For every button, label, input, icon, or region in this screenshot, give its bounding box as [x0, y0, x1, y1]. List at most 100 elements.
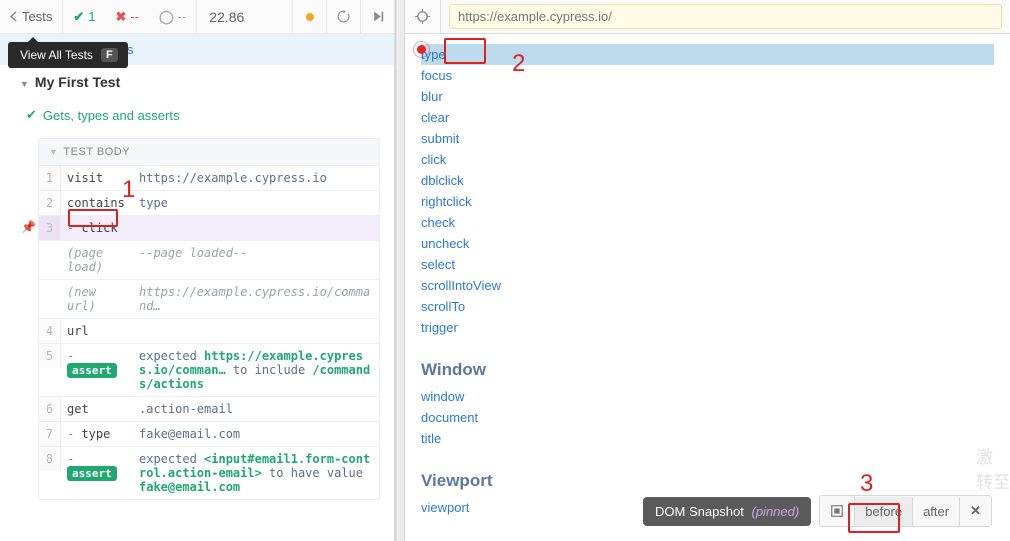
log-row-command: (new url) — [61, 280, 133, 318]
action-link[interactable]: focus — [421, 65, 994, 86]
click-target-icon — [417, 45, 426, 54]
restart-button[interactable] — [326, 0, 360, 34]
log-row-number: 3 — [39, 216, 61, 240]
log-row-command: - assert — [61, 344, 133, 382]
action-link[interactable]: blur — [421, 86, 994, 107]
log-row[interactable]: 7- typefake@email.com — [39, 421, 379, 446]
window-link[interactable]: document — [421, 407, 994, 428]
log-row[interactable]: 8- assertexpected <input#email1.form-con… — [39, 446, 379, 499]
log-row-message: expected <input#email1.form-control.acti… — [133, 447, 379, 499]
duration: 22.86 — [196, 0, 256, 34]
action-link[interactable]: dblclick — [421, 170, 994, 191]
stat-passed[interactable]: ✔1 — [63, 0, 105, 34]
snapshot-label: DOM Snapshot (pinned) — [643, 497, 811, 526]
toggle-autoscroll-button[interactable] — [292, 0, 326, 34]
type-link[interactable]: type — [421, 44, 994, 65]
circle-icon: ◯ — [159, 9, 174, 25]
test-body-header: ▼TEST BODY — [38, 138, 380, 165]
log-row-command: get — [61, 397, 133, 421]
action-link[interactable]: check — [421, 212, 994, 233]
action-link[interactable]: scrollTo — [421, 296, 994, 317]
command-log: 1visithttps://example.cypress.io2contain… — [38, 165, 380, 500]
back-to-tests-button[interactable]: Tests — [0, 0, 63, 34]
view-all-tests-tooltip: View All Tests F — [8, 42, 128, 68]
caret-down-icon: ▼ — [20, 79, 29, 89]
action-link[interactable]: uncheck — [421, 233, 994, 254]
app-preview: type focusblurclearsubmitclickdblclickri… — [405, 34, 1010, 541]
section-viewport-title: Viewport — [421, 471, 994, 491]
dot-icon — [306, 13, 314, 21]
window-link[interactable]: title — [421, 428, 994, 449]
log-row-number: 8 — [39, 447, 61, 471]
suite-title[interactable]: ▼ My First Test — [0, 65, 394, 99]
x-icon: ✖ — [115, 9, 126, 25]
test-name: Gets, types and asserts — [43, 108, 180, 123]
log-row-number: 4 — [39, 319, 61, 343]
log-row-command: contains — [61, 191, 133, 215]
suite-name: My First Test — [35, 74, 120, 90]
log-row-command: - type — [61, 422, 133, 446]
stat-pending[interactable]: ◯ -- — [149, 0, 196, 34]
log-row[interactable]: 4url — [39, 318, 379, 343]
log-row-message: https://example.cypress.io — [133, 166, 379, 190]
chevron-left-icon — [10, 11, 17, 22]
log-row-message: --page loaded-- — [133, 241, 379, 265]
log-row-number: 5 — [39, 344, 61, 368]
log-row-message: https://example.cypress.io/command… — [133, 280, 379, 318]
log-row-command: - click — [61, 216, 133, 240]
section-window-title: Window — [421, 360, 994, 380]
highlight-button[interactable] — [820, 497, 855, 525]
close-icon: ✕ — [970, 503, 981, 519]
address-bar: https://example.cypress.io/ — [405, 0, 1010, 34]
action-link[interactable]: trigger — [421, 317, 994, 338]
dom-snapshot-bar: DOM Snapshot (pinned) before after ✕ — [643, 495, 992, 527]
log-row-number: 7 — [39, 422, 61, 446]
action-link[interactable]: clear — [421, 107, 994, 128]
log-row-command: visit — [61, 166, 133, 190]
tooltip-text: View All Tests — [20, 48, 93, 62]
action-link[interactable]: select — [421, 254, 994, 275]
action-link[interactable]: click — [421, 149, 994, 170]
snapshot-close-button[interactable]: ✕ — [960, 496, 991, 526]
log-row-message: fake@email.com — [133, 422, 379, 446]
test-title[interactable]: ✔ Gets, types and asserts — [0, 99, 394, 132]
check-icon: ✔ — [73, 9, 84, 25]
snapshot-after-button[interactable]: after — [913, 497, 960, 526]
log-row-message: expected https://example.cypress.io/comm… — [133, 344, 379, 396]
log-row[interactable]: 3- click📌 — [39, 215, 379, 240]
action-link[interactable]: rightclick — [421, 191, 994, 212]
log-row[interactable]: 6get.action-email — [39, 396, 379, 421]
next-button[interactable] — [360, 0, 394, 34]
selector-playground-button[interactable] — [405, 0, 441, 33]
splitter-handle[interactable] — [395, 0, 405, 541]
stat-failed[interactable]: ✖-- — [105, 0, 149, 34]
back-label: Tests — [22, 9, 52, 24]
stat-pending-count: -- — [178, 9, 187, 24]
highlight-icon — [830, 504, 844, 518]
action-links: type focusblurclearsubmitclickdblclickri… — [421, 44, 994, 518]
action-link[interactable]: scrollIntoView — [421, 275, 994, 296]
log-row[interactable]: (page load)--page loaded-- — [39, 240, 379, 279]
log-row-command: (page load) — [61, 241, 133, 279]
log-row[interactable]: 2containstype — [39, 190, 379, 215]
log-row-number: 1 — [39, 166, 61, 190]
tooltip-key: F — [101, 48, 118, 62]
log-row[interactable]: (new url)https://example.cypress.io/comm… — [39, 279, 379, 318]
log-row-number: 6 — [39, 397, 61, 421]
log-row-message: .action-email — [133, 397, 379, 421]
snapshot-before-button[interactable]: before — [855, 497, 913, 526]
log-row-message — [133, 216, 379, 226]
log-row[interactable]: 5- assertexpected https://example.cypres… — [39, 343, 379, 396]
log-row[interactable]: 1visithttps://example.cypress.io — [39, 166, 379, 190]
snapshot-label-text: DOM Snapshot — [655, 504, 744, 519]
snapshot-pinned: (pinned) — [752, 504, 800, 519]
log-row-message: type — [133, 191, 379, 215]
log-row-command: - assert — [61, 447, 133, 485]
url-display[interactable]: https://example.cypress.io/ — [449, 4, 1002, 29]
action-link[interactable]: submit — [421, 128, 994, 149]
runner-topbar: Tests ✔1 ✖-- ◯ -- 22.86 — [0, 0, 394, 34]
log-row-message — [133, 319, 379, 329]
window-link[interactable]: window — [421, 386, 994, 407]
check-icon: ✔ — [26, 107, 37, 123]
log-row-command: url — [61, 319, 133, 343]
